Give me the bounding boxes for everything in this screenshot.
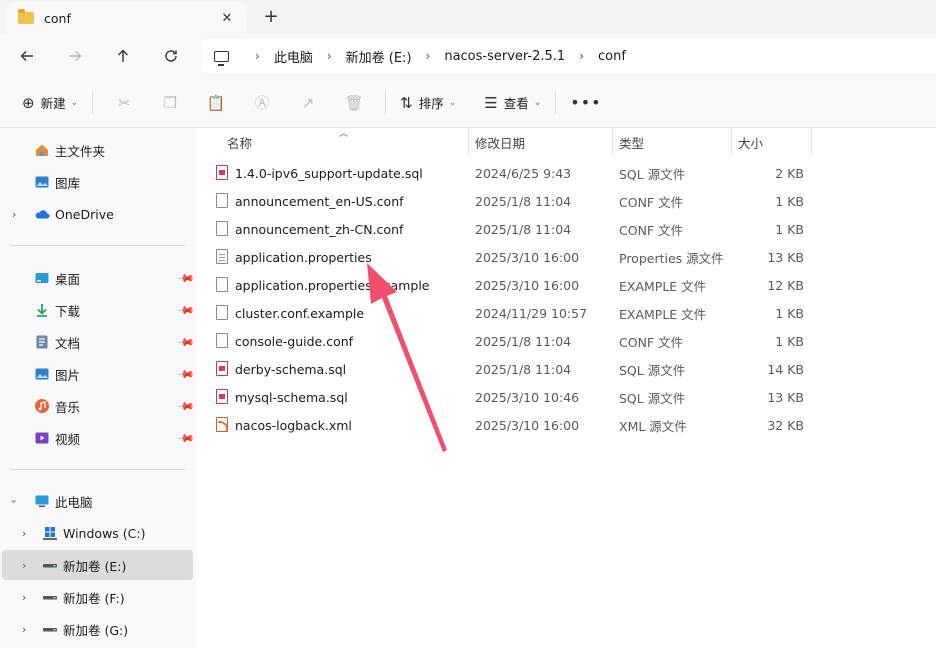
annotation-arrow bbox=[367, 263, 447, 452]
